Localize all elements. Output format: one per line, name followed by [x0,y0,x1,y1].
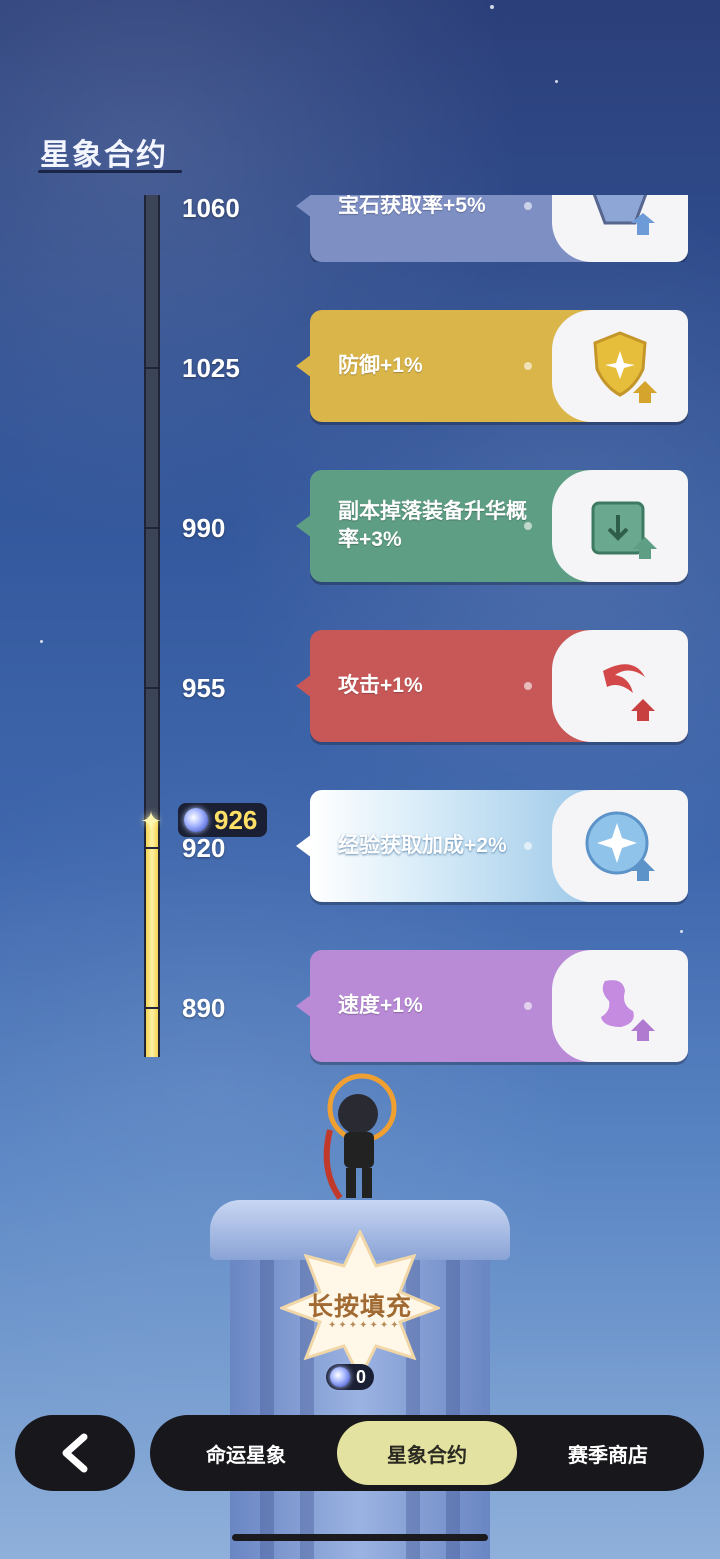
back-button[interactable] [15,1415,135,1491]
pillar-fluting [446,1260,460,1559]
level-label: 1060 [182,193,240,223]
reward-text: 防御+1% [338,354,423,377]
reward-card-890[interactable]: 速度+1% [296,950,688,1062]
star-gem-icon [184,808,208,832]
box-up-icon [552,470,688,582]
star-dot [490,5,494,9]
reward-card-920[interactable]: 经验获取加成+2% [296,790,688,902]
title-underline [38,170,182,173]
reward-text: 经验获取加成+2% [338,834,507,857]
speed-up-icon [552,950,688,1062]
star-gem-icon [330,1367,350,1387]
progress-fill [146,819,158,1057]
reward-text: 宝石获取率+5% [338,194,486,217]
fill-decoration: ✦✦✦✦✦✦✦ [328,1320,401,1331]
reward-text: 副本掉落装备升华概率+3% [338,500,527,551]
level-label: 1025 [182,353,240,383]
star-dot [555,80,558,83]
reward-text: 攻击+1% [338,674,423,697]
page-title: 星象合约 [40,139,168,172]
long-press-fill-button[interactable]: 长按填充 [280,1230,440,1380]
pillar-fluting [260,1260,274,1559]
progress-spark-icon: ✦ [140,806,162,836]
level-label: 955 [182,673,226,703]
player-character [300,1070,420,1210]
level-label: 920 [182,833,226,863]
gem-up-icon [552,195,688,262]
current-value-badge: 926 [178,803,268,837]
reward-text: 速度+1% [338,994,423,1017]
track-tick [144,527,160,529]
star-dot [680,930,683,933]
reward-card-955[interactable]: 攻击+1% [296,630,688,742]
tab-star-contract[interactable]: 星象合约 [337,1421,517,1485]
attack-up-icon [552,630,688,742]
home-indicator [232,1534,488,1541]
track-tick [144,847,160,849]
back-arrow-icon [62,1433,88,1473]
bottom-tab-bar: 命运星象 星象合约 赛季商店 [150,1415,704,1491]
reward-card-1025[interactable]: 防御+1% [296,310,688,422]
tab-season-shop[interactable]: 赛季商店 [518,1421,698,1485]
track-tick [144,367,160,369]
reward-card-1060[interactable]: 宝石获取率+5% [296,194,688,262]
level-label: 990 [182,513,226,543]
shield-up-icon [552,310,688,422]
current-value: 926 [214,804,258,835]
fill-count: 0 [356,1366,367,1387]
reward-card-990[interactable]: 副本掉落装备升华概率+3% [296,470,688,582]
track-tick [144,687,160,689]
track-tick [144,1007,160,1009]
star-dot [40,640,43,643]
fill-count-badge: 0 [326,1364,375,1390]
fill-button-label: 长按填充 [307,1293,412,1321]
exp-up-icon [552,790,688,902]
tab-destiny-stars[interactable]: 命运星象 [156,1421,336,1485]
level-label: 890 [182,993,226,1023]
